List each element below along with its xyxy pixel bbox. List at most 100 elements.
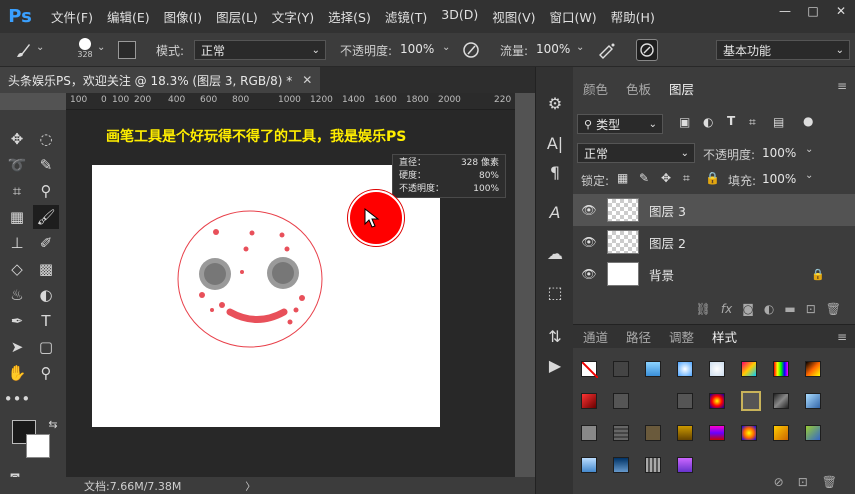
eraser-tool-icon[interactable]: ◇ <box>4 257 30 281</box>
brush-panel-toggle-icon[interactable] <box>118 41 136 59</box>
pressure-size-button[interactable] <box>636 39 658 61</box>
lock-transparent-icon[interactable]: ▦ <box>617 171 628 185</box>
new-style-icon[interactable]: ⊡ <box>798 475 808 489</box>
mode-select[interactable]: 正常 ⌄ <box>194 40 326 60</box>
tab-styles[interactable]: 样式 <box>712 327 737 346</box>
menu-select[interactable]: 选择(S) <box>322 7 377 26</box>
timeline-panel-icon[interactable]: ⇅ <box>543 324 567 348</box>
panel-menu-icon[interactable]: ≡ <box>837 330 847 344</box>
healing-tool-icon[interactable]: ▦ <box>4 205 30 229</box>
marquee-tool-icon[interactable]: ◌ <box>33 127 59 151</box>
crop-tool-icon[interactable]: ⌗ <box>4 179 30 203</box>
menu-3d[interactable]: 3D(D) <box>435 7 484 26</box>
path-select-tool-icon[interactable]: ➤ <box>4 335 30 359</box>
menu-type[interactable]: 文字(Y) <box>266 7 320 26</box>
tab-paths[interactable]: 路径 <box>626 327 651 346</box>
style-swatch[interactable] <box>741 425 757 441</box>
blur-tool-icon[interactable]: ♨ <box>4 283 30 307</box>
shape-tool-icon[interactable]: ▢ <box>33 335 59 359</box>
menu-image[interactable]: 图像(I) <box>158 7 208 26</box>
style-swatch[interactable] <box>741 361 757 377</box>
airbrush-icon[interactable] <box>597 41 617 59</box>
fill-input[interactable]: 100% <box>762 172 796 186</box>
character-panel-icon[interactable]: A| <box>543 131 567 155</box>
maximize-button[interactable]: □ <box>799 0 827 22</box>
style-swatch[interactable] <box>581 425 597 441</box>
clear-style-icon[interactable]: ⊘ <box>774 475 784 489</box>
style-swatch[interactable] <box>709 361 725 377</box>
paragraph-panel-icon[interactable]: ¶ <box>543 160 567 184</box>
style-swatch[interactable] <box>805 361 821 377</box>
chevron-down-icon[interactable]: ⌄ <box>805 144 813 155</box>
quick-select-tool-icon[interactable]: ✎ <box>33 153 59 177</box>
workspace-select[interactable]: 基本功能 ⌄ <box>716 40 850 60</box>
style-swatch[interactable] <box>773 361 789 377</box>
creative-cloud-icon[interactable]: ☁ <box>543 241 567 265</box>
actions-play-icon[interactable]: ▶ <box>543 353 567 377</box>
menu-edit[interactable]: 编辑(E) <box>101 7 156 26</box>
eye-icon[interactable]: 👁 <box>577 267 601 281</box>
style-swatch[interactable] <box>709 425 725 441</box>
chevron-down-icon[interactable]: ⌄ <box>36 42 44 53</box>
lock-artboard-icon[interactable]: ⌗ <box>683 171 690 186</box>
dodge-tool-icon[interactable]: ◐ <box>33 283 59 307</box>
stamp-tool-icon[interactable]: ⊥ <box>4 231 30 255</box>
style-swatch[interactable] <box>741 391 761 411</box>
move-tool-icon[interactable]: ✥ <box>4 127 30 151</box>
type-filter-icon[interactable]: T <box>727 114 735 128</box>
filter-toggle-icon[interactable]: ● <box>803 114 813 128</box>
eye-icon[interactable]: 👁 <box>577 235 601 249</box>
new-group-icon[interactable]: ▬ <box>784 302 795 316</box>
delete-style-icon[interactable]: 🗑 <box>822 475 837 489</box>
menu-view[interactable]: 视图(V) <box>486 7 541 26</box>
tab-adjustments[interactable]: 调整 <box>669 327 694 346</box>
adjustment-layer-icon[interactable]: ◐ <box>764 302 774 316</box>
adjustment-filter-icon[interactable]: ◐ <box>703 115 713 129</box>
brush-tool-icon[interactable]: 🖌 <box>33 205 59 229</box>
close-button[interactable]: ✕ <box>827 0 855 22</box>
background-color-swatch[interactable] <box>26 434 50 458</box>
tab-channels[interactable]: 通道 <box>583 327 608 346</box>
shape-filter-icon[interactable]: ⌗ <box>749 115 756 130</box>
style-swatch[interactable] <box>613 393 629 409</box>
style-swatch[interactable] <box>805 393 821 409</box>
style-swatch[interactable] <box>645 361 661 377</box>
lock-all-icon[interactable]: 🔒 <box>705 171 720 185</box>
pen-tool-icon[interactable]: ✒ <box>4 309 30 333</box>
style-swatch[interactable] <box>805 425 821 441</box>
tab-color[interactable]: 颜色 <box>583 79 608 101</box>
lasso-tool-icon[interactable]: ➰ <box>4 153 30 177</box>
style-swatch[interactable] <box>645 425 661 441</box>
minimize-button[interactable]: — <box>771 0 799 22</box>
type-tool-icon[interactable]: T <box>33 309 59 333</box>
lock-pixels-icon[interactable]: ✎ <box>639 171 649 185</box>
style-swatch[interactable] <box>773 393 789 409</box>
style-swatch[interactable] <box>581 361 599 379</box>
layer-row-layer2[interactable]: 👁 图层 2 <box>573 226 855 258</box>
style-swatch[interactable] <box>581 393 597 409</box>
layer-row-background[interactable]: 👁 背景 🔒 <box>573 258 855 290</box>
menu-help[interactable]: 帮助(H) <box>605 7 661 26</box>
eyedropper-tool-icon[interactable]: ⚲ <box>33 179 59 203</box>
style-swatch[interactable] <box>613 361 629 377</box>
style-swatch[interactable] <box>613 425 629 441</box>
blend-mode-select[interactable]: 正常 ⌄ <box>577 143 695 163</box>
style-swatch[interactable] <box>677 361 693 377</box>
opacity-input[interactable]: 100% <box>400 42 434 56</box>
style-swatch[interactable] <box>709 393 725 409</box>
gradient-tool-icon[interactable]: ▩ <box>33 257 59 281</box>
layer-kind-filter[interactable]: ⚲ 类型 ⌄ <box>577 114 663 134</box>
chevron-down-icon[interactable]: ⌄ <box>442 42 450 53</box>
menu-file[interactable]: 文件(F) <box>45 7 99 26</box>
flow-input[interactable]: 100% <box>536 42 570 56</box>
style-swatch[interactable] <box>677 425 693 441</box>
chevron-down-icon[interactable]: ⌄ <box>805 170 813 181</box>
glyphs-panel-icon[interactable]: A <box>543 200 567 224</box>
chevron-down-icon[interactable]: ⌄ <box>97 42 105 53</box>
document-tab[interactable]: 头条娱乐PS，欢迎关注 @ 18.3% (图层 3, RGB/8) * ✕ <box>0 67 320 93</box>
layer-opacity-input[interactable]: 100% <box>762 146 796 160</box>
style-swatch[interactable] <box>773 425 789 441</box>
new-layer-icon[interactable]: ⊡ <box>806 302 816 316</box>
style-swatch[interactable] <box>677 393 693 409</box>
panel-menu-icon[interactable]: ≡ <box>837 79 847 93</box>
